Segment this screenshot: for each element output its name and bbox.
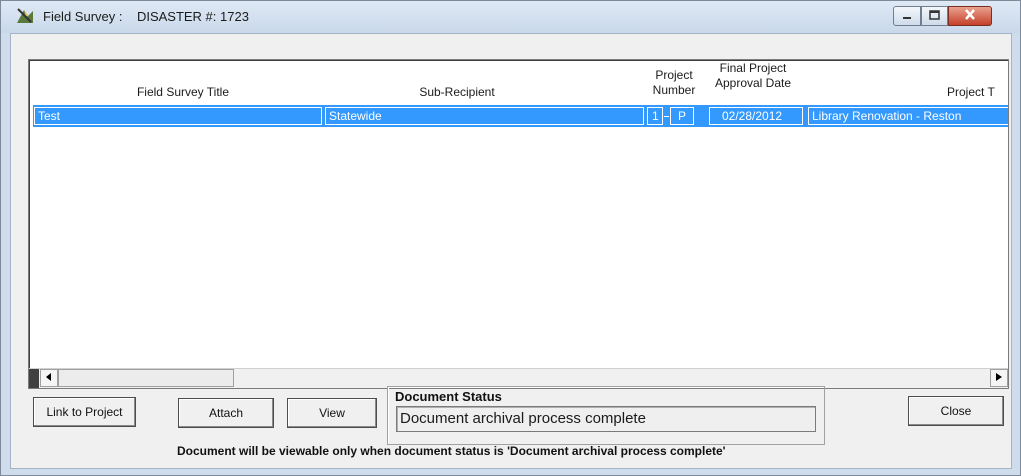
project-number-separator [664,116,669,117]
close-button[interactable]: Close [908,396,1004,426]
scrollbar-corner [29,369,39,388]
close-icon [964,7,976,25]
document-status-group: Document Status Document archival proces… [387,386,825,445]
header-project-number-line1: Project [655,68,693,82]
cell-sub-recipient[interactable]: Statewide [325,107,644,125]
document-status-label: Document Status [395,389,502,404]
scroll-thumb[interactable] [58,369,234,387]
maximize-icon [929,7,940,25]
header-project-number[interactable]: Project Number [644,68,704,98]
header-project-number-line2: Number [652,83,696,97]
view-button[interactable]: View [287,398,377,428]
maximize-button[interactable] [921,6,948,26]
header-project-title[interactable]: Project T [947,85,1008,100]
document-status-field: Document archival process complete [396,406,816,432]
window-title-prefix: Field Survey : [43,9,123,24]
table-row[interactable]: Test Statewide 1 P 02/28/2012 Library Re… [33,105,1008,127]
arrow-right-icon [996,373,1002,383]
field-survey-grid[interactable]: Field Survey Title Sub-Recipient Project… [28,59,1009,389]
link-to-project-button[interactable]: Link to Project [33,397,136,427]
minimize-button[interactable] [893,6,921,26]
header-field-survey-title[interactable]: Field Survey Title [123,85,243,100]
field-survey-window: Field Survey : DISASTER #: 1723 Field Su… [0,0,1021,476]
arrow-left-icon [46,373,52,383]
field-survey-app-icon [15,7,35,25]
header-approval-date[interactable]: Final Project Approval Date [705,61,801,91]
client-area: Field Survey Title Sub-Recipient Project… [10,33,1012,469]
close-window-button[interactable] [948,6,992,26]
minimize-icon [902,7,912,25]
cell-field-survey-title[interactable]: Test [34,107,322,125]
header-approval-date-line2: Approval Date [714,76,792,90]
attach-button[interactable]: Attach [178,398,274,428]
cell-project-title[interactable]: Library Renovation - Reston [808,107,1008,125]
cell-project-suffix[interactable]: P [670,107,694,125]
scroll-left-button[interactable] [40,369,58,387]
title-bar: Field Survey : DISASTER #: 1723 [1,1,1020,33]
header-sub-recipient[interactable]: Sub-Recipient [397,85,517,100]
window-title: Field Survey : DISASTER #: 1723 [43,9,249,24]
cell-approval-date[interactable]: 02/28/2012 [709,107,803,125]
cell-project-number[interactable]: 1 [647,107,663,125]
viewable-note: Document will be viewable only when docu… [177,444,726,458]
horizontal-scrollbar[interactable] [29,368,1008,388]
scroll-right-button[interactable] [990,369,1008,387]
disaster-number: DISASTER #: 1723 [136,9,249,24]
header-approval-date-line1: Final Project [719,61,787,75]
